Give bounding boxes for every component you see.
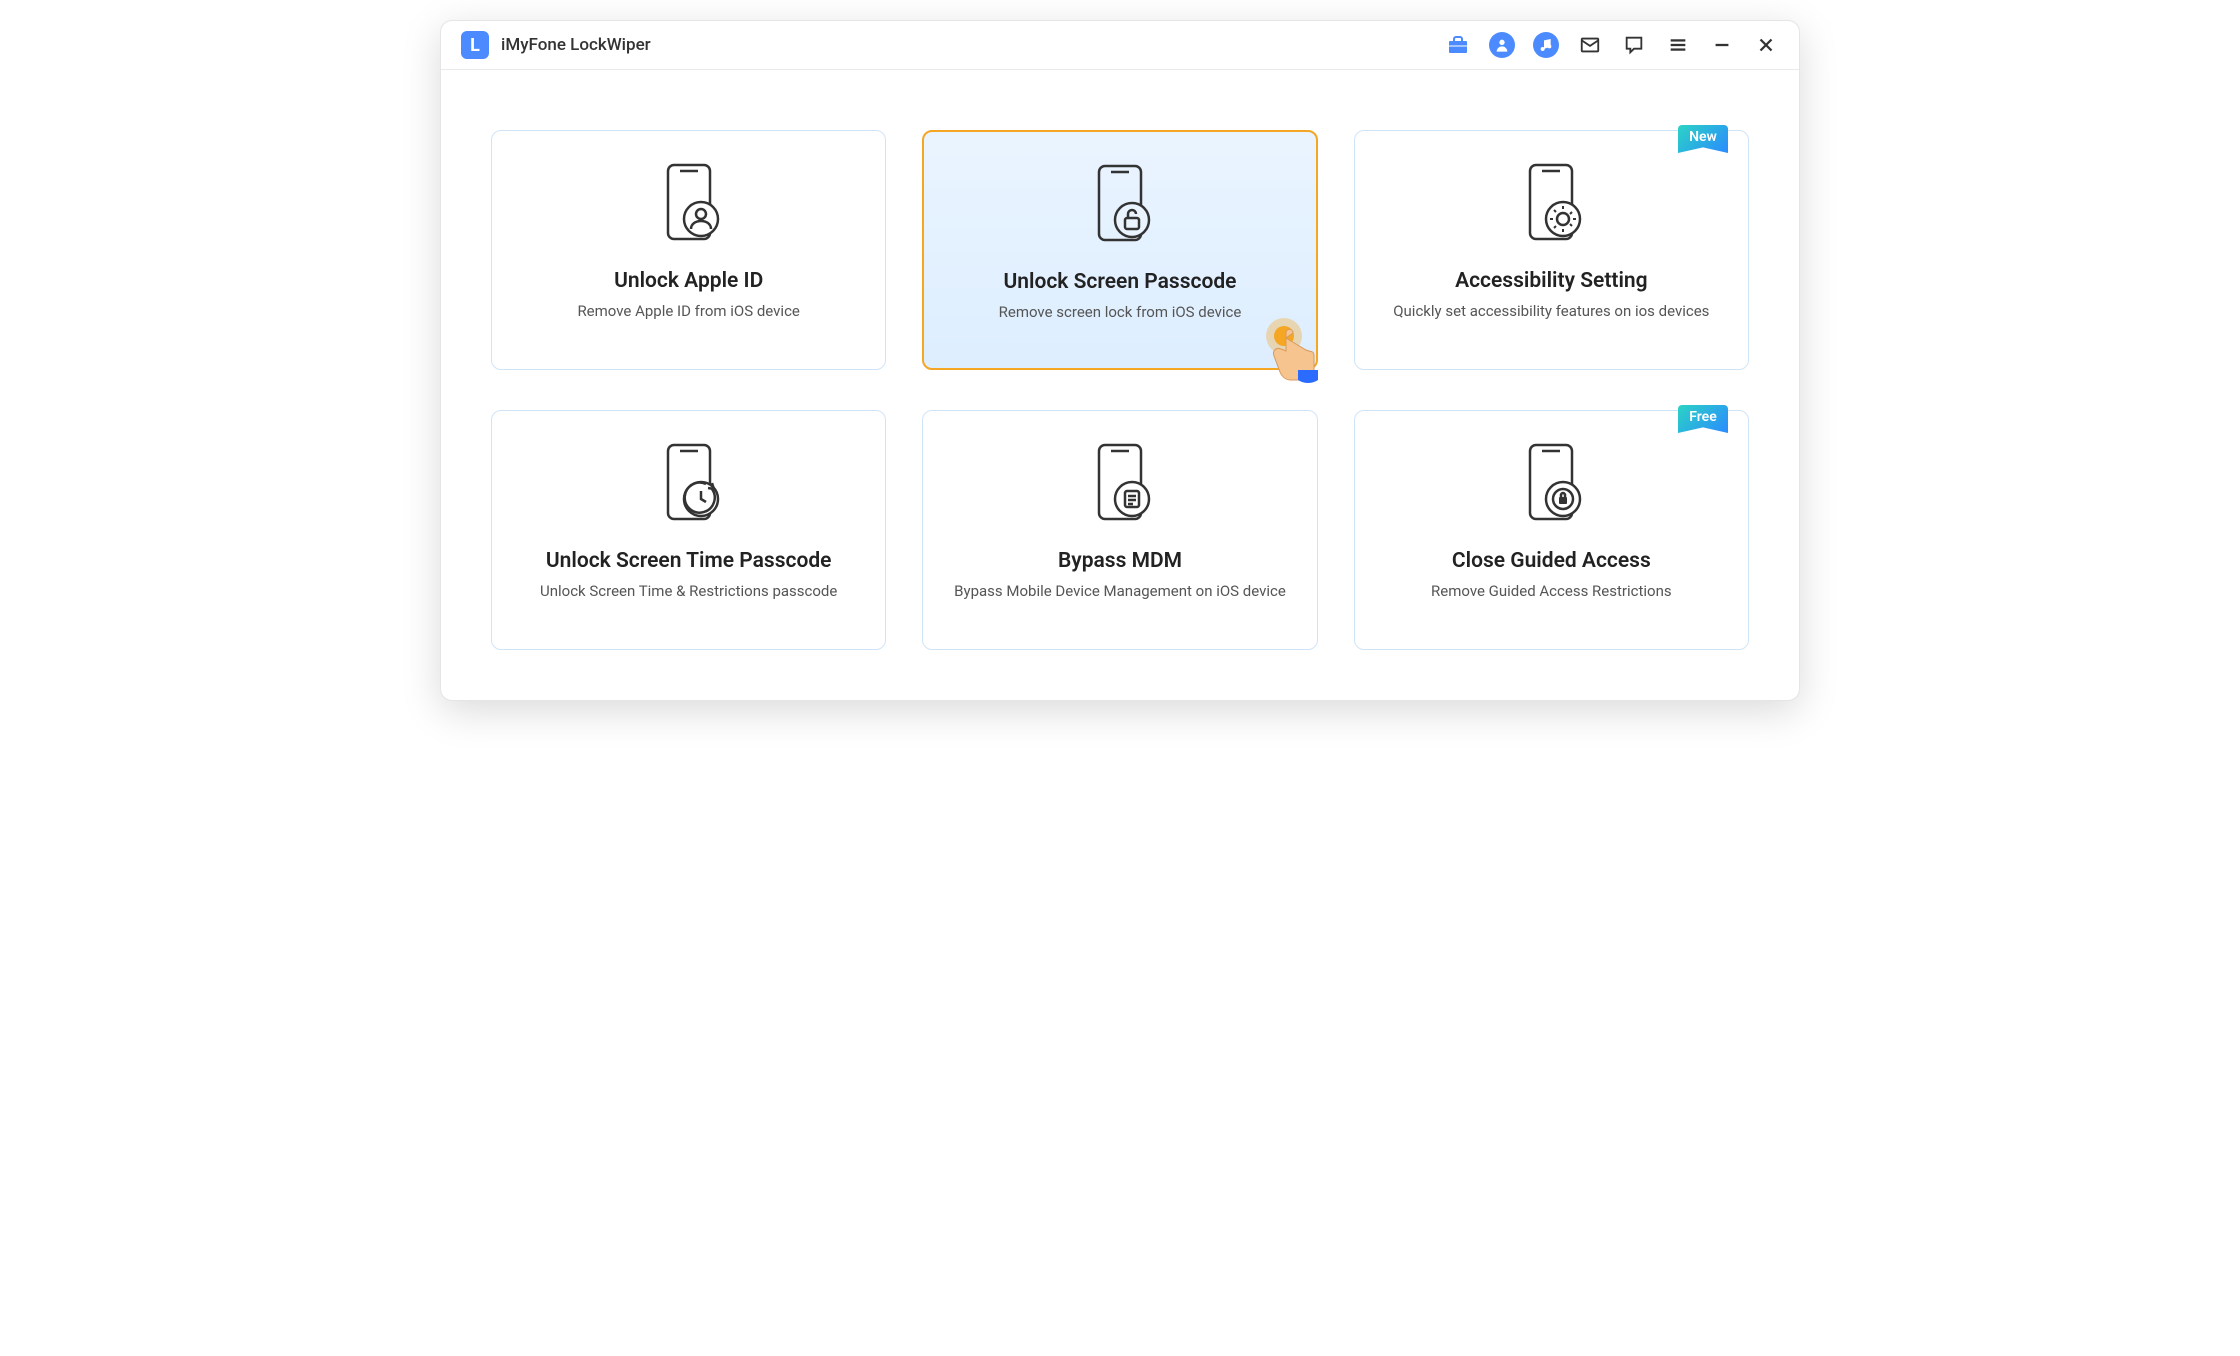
app-window: L iMyFone LockWiper — [440, 20, 1800, 701]
hamburger-menu-icon[interactable] — [1665, 32, 1691, 58]
title-left: L iMyFone LockWiper — [461, 31, 651, 59]
app-title: iMyFone LockWiper — [501, 35, 651, 55]
card-title: Unlock Screen Passcode — [1003, 270, 1236, 294]
card-bypass-mdm[interactable]: Bypass MDM Bypass Mobile Device Manageme… — [922, 410, 1317, 650]
toolbox-icon[interactable] — [1445, 32, 1471, 58]
card-title: Unlock Apple ID — [614, 269, 763, 293]
free-badge: Free — [1678, 405, 1728, 433]
content-area: Unlock Apple ID Remove Apple ID from iOS… — [441, 70, 1799, 700]
card-desc: Remove Guided Access Restrictions — [1431, 581, 1672, 602]
phone-doc-icon — [1085, 441, 1155, 531]
card-title: Close Guided Access — [1452, 549, 1651, 573]
card-unlock-screen-time-passcode[interactable]: Unlock Screen Time Passcode Unlock Scree… — [491, 410, 886, 650]
card-unlock-screen-passcode[interactable]: Unlock Screen Passcode Remove screen loc… — [922, 130, 1317, 370]
card-title: Bypass MDM — [1058, 549, 1182, 573]
card-title: Unlock Screen Time Passcode — [546, 549, 832, 573]
music-search-icon[interactable] — [1533, 32, 1559, 58]
chat-icon[interactable] — [1621, 32, 1647, 58]
card-accessibility-setting[interactable]: New Accessibility Setting Quickly set ac… — [1354, 130, 1749, 370]
card-desc: Remove screen lock from iOS device — [999, 302, 1242, 323]
phone-lock-icon — [1085, 162, 1155, 252]
card-desc: Unlock Screen Time & Restrictions passco… — [540, 581, 837, 602]
minimize-button[interactable] — [1709, 32, 1735, 58]
card-desc: Remove Apple ID from iOS device — [577, 301, 799, 322]
card-title: Accessibility Setting — [1455, 269, 1648, 293]
phone-clock-icon — [654, 441, 724, 531]
phone-user-icon — [654, 161, 724, 251]
app-logo-icon: L — [461, 31, 489, 59]
phone-shield-lock-icon — [1516, 441, 1586, 531]
new-badge: New — [1678, 125, 1728, 153]
title-right — [1445, 32, 1779, 58]
phone-gear-icon — [1516, 161, 1586, 251]
close-button[interactable] — [1753, 32, 1779, 58]
user-icon[interactable] — [1489, 32, 1515, 58]
titlebar: L iMyFone LockWiper — [441, 21, 1799, 70]
card-desc: Bypass Mobile Device Management on iOS d… — [954, 581, 1286, 602]
pointer-hand-icon — [1256, 308, 1346, 398]
card-desc: Quickly set accessibility features on io… — [1393, 301, 1709, 322]
card-grid: Unlock Apple ID Remove Apple ID from iOS… — [491, 130, 1749, 650]
card-close-guided-access[interactable]: Free Close Guided Access Remove Guided A… — [1354, 410, 1749, 650]
card-unlock-apple-id[interactable]: Unlock Apple ID Remove Apple ID from iOS… — [491, 130, 886, 370]
mail-icon[interactable] — [1577, 32, 1603, 58]
